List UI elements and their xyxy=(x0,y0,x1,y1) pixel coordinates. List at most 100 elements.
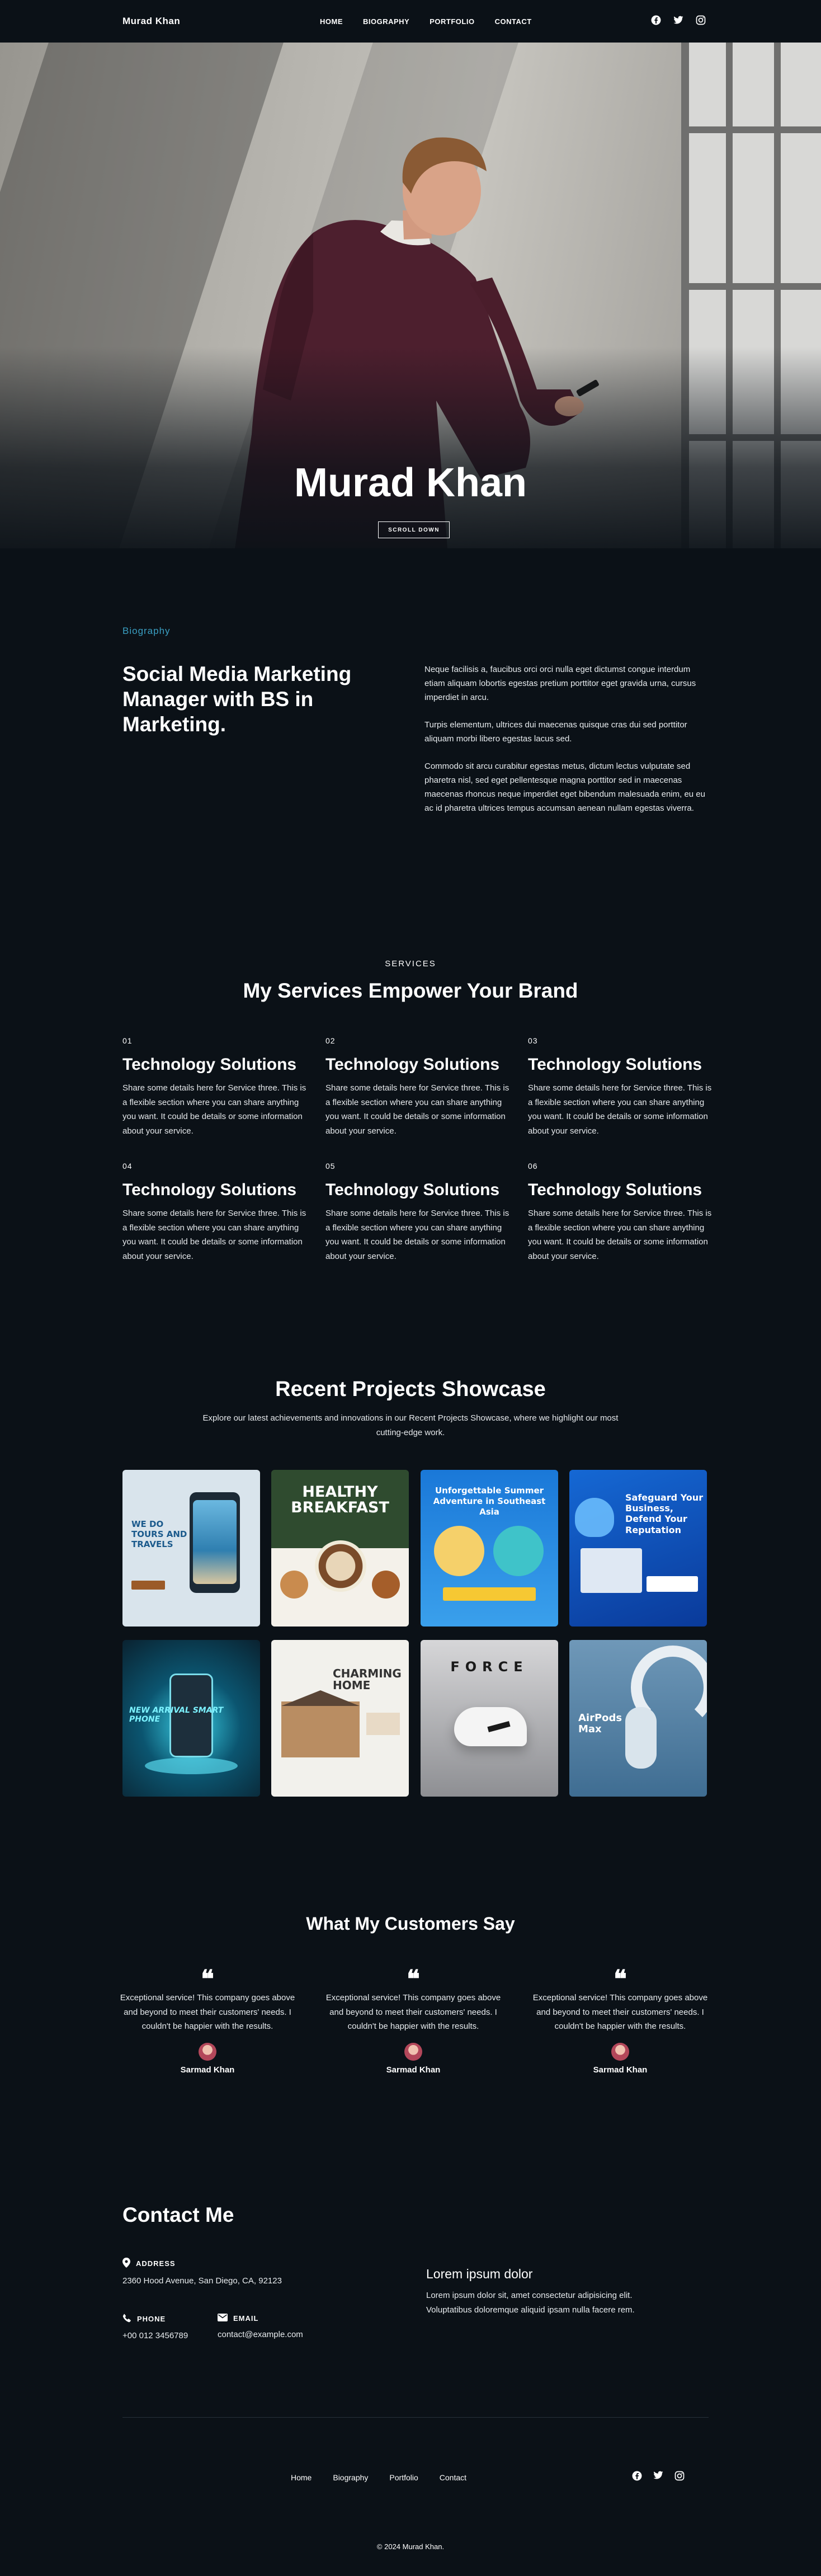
biography-text: Neque facilisis a, faucibus orci orci nu… xyxy=(424,662,709,829)
service-item: 05 Technology Solutions Share some detai… xyxy=(325,1162,510,1263)
project-card-text: Unforgettable Summer Adventure in Southe… xyxy=(433,1486,546,1517)
instagram-icon[interactable] xyxy=(674,2471,685,2484)
service-description: Share some details here for Service thre… xyxy=(122,1209,306,1261)
service-title: Technology Solutions xyxy=(528,1181,702,1199)
avatar xyxy=(404,2042,422,2061)
projects-title: Recent Projects Showcase xyxy=(275,1378,546,1401)
nav-social-links xyxy=(650,15,706,26)
footer-link-portfolio[interactable]: Portfolio xyxy=(389,2473,418,2482)
nav-link-portfolio[interactable]: PORTFOLIO xyxy=(430,17,474,26)
service-item: 01 Technology Solutions Share some detai… xyxy=(122,1036,307,1138)
testimonial-author: Sarmad Khan xyxy=(386,2065,441,2075)
footer-link-home[interactable]: Home xyxy=(291,2473,312,2482)
contact-side-title: Lorem ipsum dolor xyxy=(426,2267,533,2281)
avatar xyxy=(611,2042,629,2061)
testimonial-card: ❝ Exceptional service! This company goes… xyxy=(531,1967,710,2075)
footer-divider xyxy=(122,2417,709,2418)
service-number: 01 xyxy=(122,1036,133,1045)
phone-icon xyxy=(122,2314,131,2324)
services-title: My Services Empower Your Brand xyxy=(243,979,578,1002)
project-card-text: FORCE xyxy=(450,1659,529,1675)
service-title: Technology Solutions xyxy=(528,1055,702,1074)
instagram-icon[interactable] xyxy=(695,15,706,26)
service-number: 04 xyxy=(122,1162,133,1171)
testimonial-quote: Exceptional service! This company goes a… xyxy=(120,1993,295,2031)
main-menu: HOME BIOGRAPHY PORTFOLIO CONTACT xyxy=(320,17,532,26)
footer-link-biography[interactable]: Biography xyxy=(333,2473,368,2482)
testimonial-quote: Exceptional service! This company goes a… xyxy=(325,1993,501,2031)
biography-paragraph: Neque facilisis a, faucibus orci orci nu… xyxy=(424,665,696,703)
service-title: Technology Solutions xyxy=(122,1181,297,1199)
project-card-text: WE DO TOURS AND TRAVELS xyxy=(131,1519,187,1549)
project-card-text: HEALTHY BREAKFAST xyxy=(291,1483,389,1517)
nav-link-home[interactable]: HOME xyxy=(320,17,343,26)
facebook-icon[interactable] xyxy=(650,15,662,26)
site-brand[interactable]: Murad Khan xyxy=(122,16,180,27)
project-card-adventure[interactable]: Unforgettable Summer Adventure in Southe… xyxy=(421,1470,558,1627)
footer-menu: Home Biography Portfolio Contact xyxy=(291,2473,466,2482)
hero-title: Murad Khan xyxy=(294,460,527,505)
testimonial-author: Sarmad Khan xyxy=(180,2065,235,2075)
nav-link-contact[interactable]: CONTACT xyxy=(495,17,532,26)
twitter-icon[interactable] xyxy=(673,15,684,26)
facebook-icon[interactable] xyxy=(632,2471,642,2484)
phone-value[interactable]: +00 012 3456789 xyxy=(122,2331,188,2340)
service-item: 04 Technology Solutions Share some detai… xyxy=(122,1162,307,1263)
service-number: 05 xyxy=(325,1162,336,1171)
twitter-icon[interactable] xyxy=(653,2471,663,2484)
contact-title: Contact Me xyxy=(122,2203,234,2226)
project-card-security[interactable]: Safeguard Your Business, Defend Your Rep… xyxy=(569,1470,707,1627)
project-card-breakfast[interactable]: HEALTHY BREAKFAST xyxy=(271,1470,409,1627)
quote-icon: ❝ xyxy=(614,1965,627,1994)
project-card-text: NEW ARRIVAL SMART PHONE xyxy=(129,1706,224,1724)
location-pin-icon xyxy=(122,2258,130,2269)
address-label: ADDRESS xyxy=(136,2259,176,2268)
service-description: Share some details here for Service thre… xyxy=(528,1209,712,1261)
service-number: 06 xyxy=(528,1162,538,1171)
nav-link-biography[interactable]: BIOGRAPHY xyxy=(363,17,409,26)
email-value[interactable]: contact@example.com xyxy=(218,2330,303,2339)
project-card-airpods[interactable]: AirPods Max xyxy=(569,1640,707,1797)
project-card-text: Safeguard Your Business, Defend Your Rep… xyxy=(625,1492,704,1535)
contact-email: EMAIL contact@example.com xyxy=(218,2314,303,2339)
contact-address: ADDRESS 2360 Hood Avenue, San Diego, CA,… xyxy=(122,2258,282,2286)
scroll-down-button[interactable]: SCROLL DOWN xyxy=(378,521,450,538)
avatar xyxy=(199,2042,216,2061)
project-card-travel[interactable]: WE DO TOURS AND TRAVELS xyxy=(122,1470,260,1627)
project-card-home[interactable]: CHARMING HOME xyxy=(271,1640,409,1797)
email-icon xyxy=(218,2314,228,2323)
service-item: 02 Technology Solutions Share some detai… xyxy=(325,1036,510,1138)
footer-link-contact[interactable]: Contact xyxy=(440,2473,466,2482)
testimonials-title: What My Customers Say xyxy=(306,1914,515,1934)
phone-label: PHONE xyxy=(137,2315,166,2323)
testimonial-author: Sarmad Khan xyxy=(593,2065,648,2075)
service-number: 02 xyxy=(325,1036,336,1045)
footer-social-links xyxy=(632,2471,685,2484)
service-title: Technology Solutions xyxy=(122,1055,297,1074)
service-number: 03 xyxy=(528,1036,538,1045)
address-value: 2360 Hood Avenue, San Diego, CA, 92123 xyxy=(122,2276,282,2286)
service-title: Technology Solutions xyxy=(325,1055,500,1074)
project-card-text: CHARMING HOME xyxy=(333,1667,402,1692)
projects-subtitle: Explore our latest achievements and inno… xyxy=(202,1413,619,1438)
quote-icon: ❝ xyxy=(407,1965,420,1994)
testimonial-card: ❝ Exceptional service! This company goes… xyxy=(324,1967,503,2075)
testimonial-quote: Exceptional service! This company goes a… xyxy=(532,1993,708,2031)
quote-icon: ❝ xyxy=(201,1965,214,1994)
biography-label: Biography xyxy=(122,626,171,636)
project-card-force[interactable]: FORCE xyxy=(421,1640,558,1797)
top-navigation: Murad Khan HOME BIOGRAPHY PORTFOLIO CONT… xyxy=(0,0,821,43)
service-item: 06 Technology Solutions Share some detai… xyxy=(528,1162,713,1263)
project-card-smartphone[interactable]: NEW ARRIVAL SMART PHONE xyxy=(122,1640,260,1797)
service-description: Share some details here for Service thre… xyxy=(528,1083,712,1136)
project-card-text: AirPods Max xyxy=(578,1712,622,1735)
hero-fade-overlay xyxy=(0,347,821,548)
biography-paragraph: Commodo sit arcu curabitur egestas metus… xyxy=(424,761,705,814)
contact-phone: PHONE +00 012 3456789 xyxy=(122,2314,188,2340)
services-label: SERVICES xyxy=(385,959,436,969)
hero-section: Murad Khan SCROLL DOWN xyxy=(0,43,821,548)
contact-side-text: Lorem ipsum dolor sit, amet consectetur … xyxy=(426,2291,635,2315)
biography-heading: Social Media Marketing Manager with BS i… xyxy=(122,662,352,736)
service-description: Share some details here for Service thre… xyxy=(122,1083,306,1136)
biography-paragraph: Turpis elementum, ultrices dui maecenas … xyxy=(424,720,687,744)
